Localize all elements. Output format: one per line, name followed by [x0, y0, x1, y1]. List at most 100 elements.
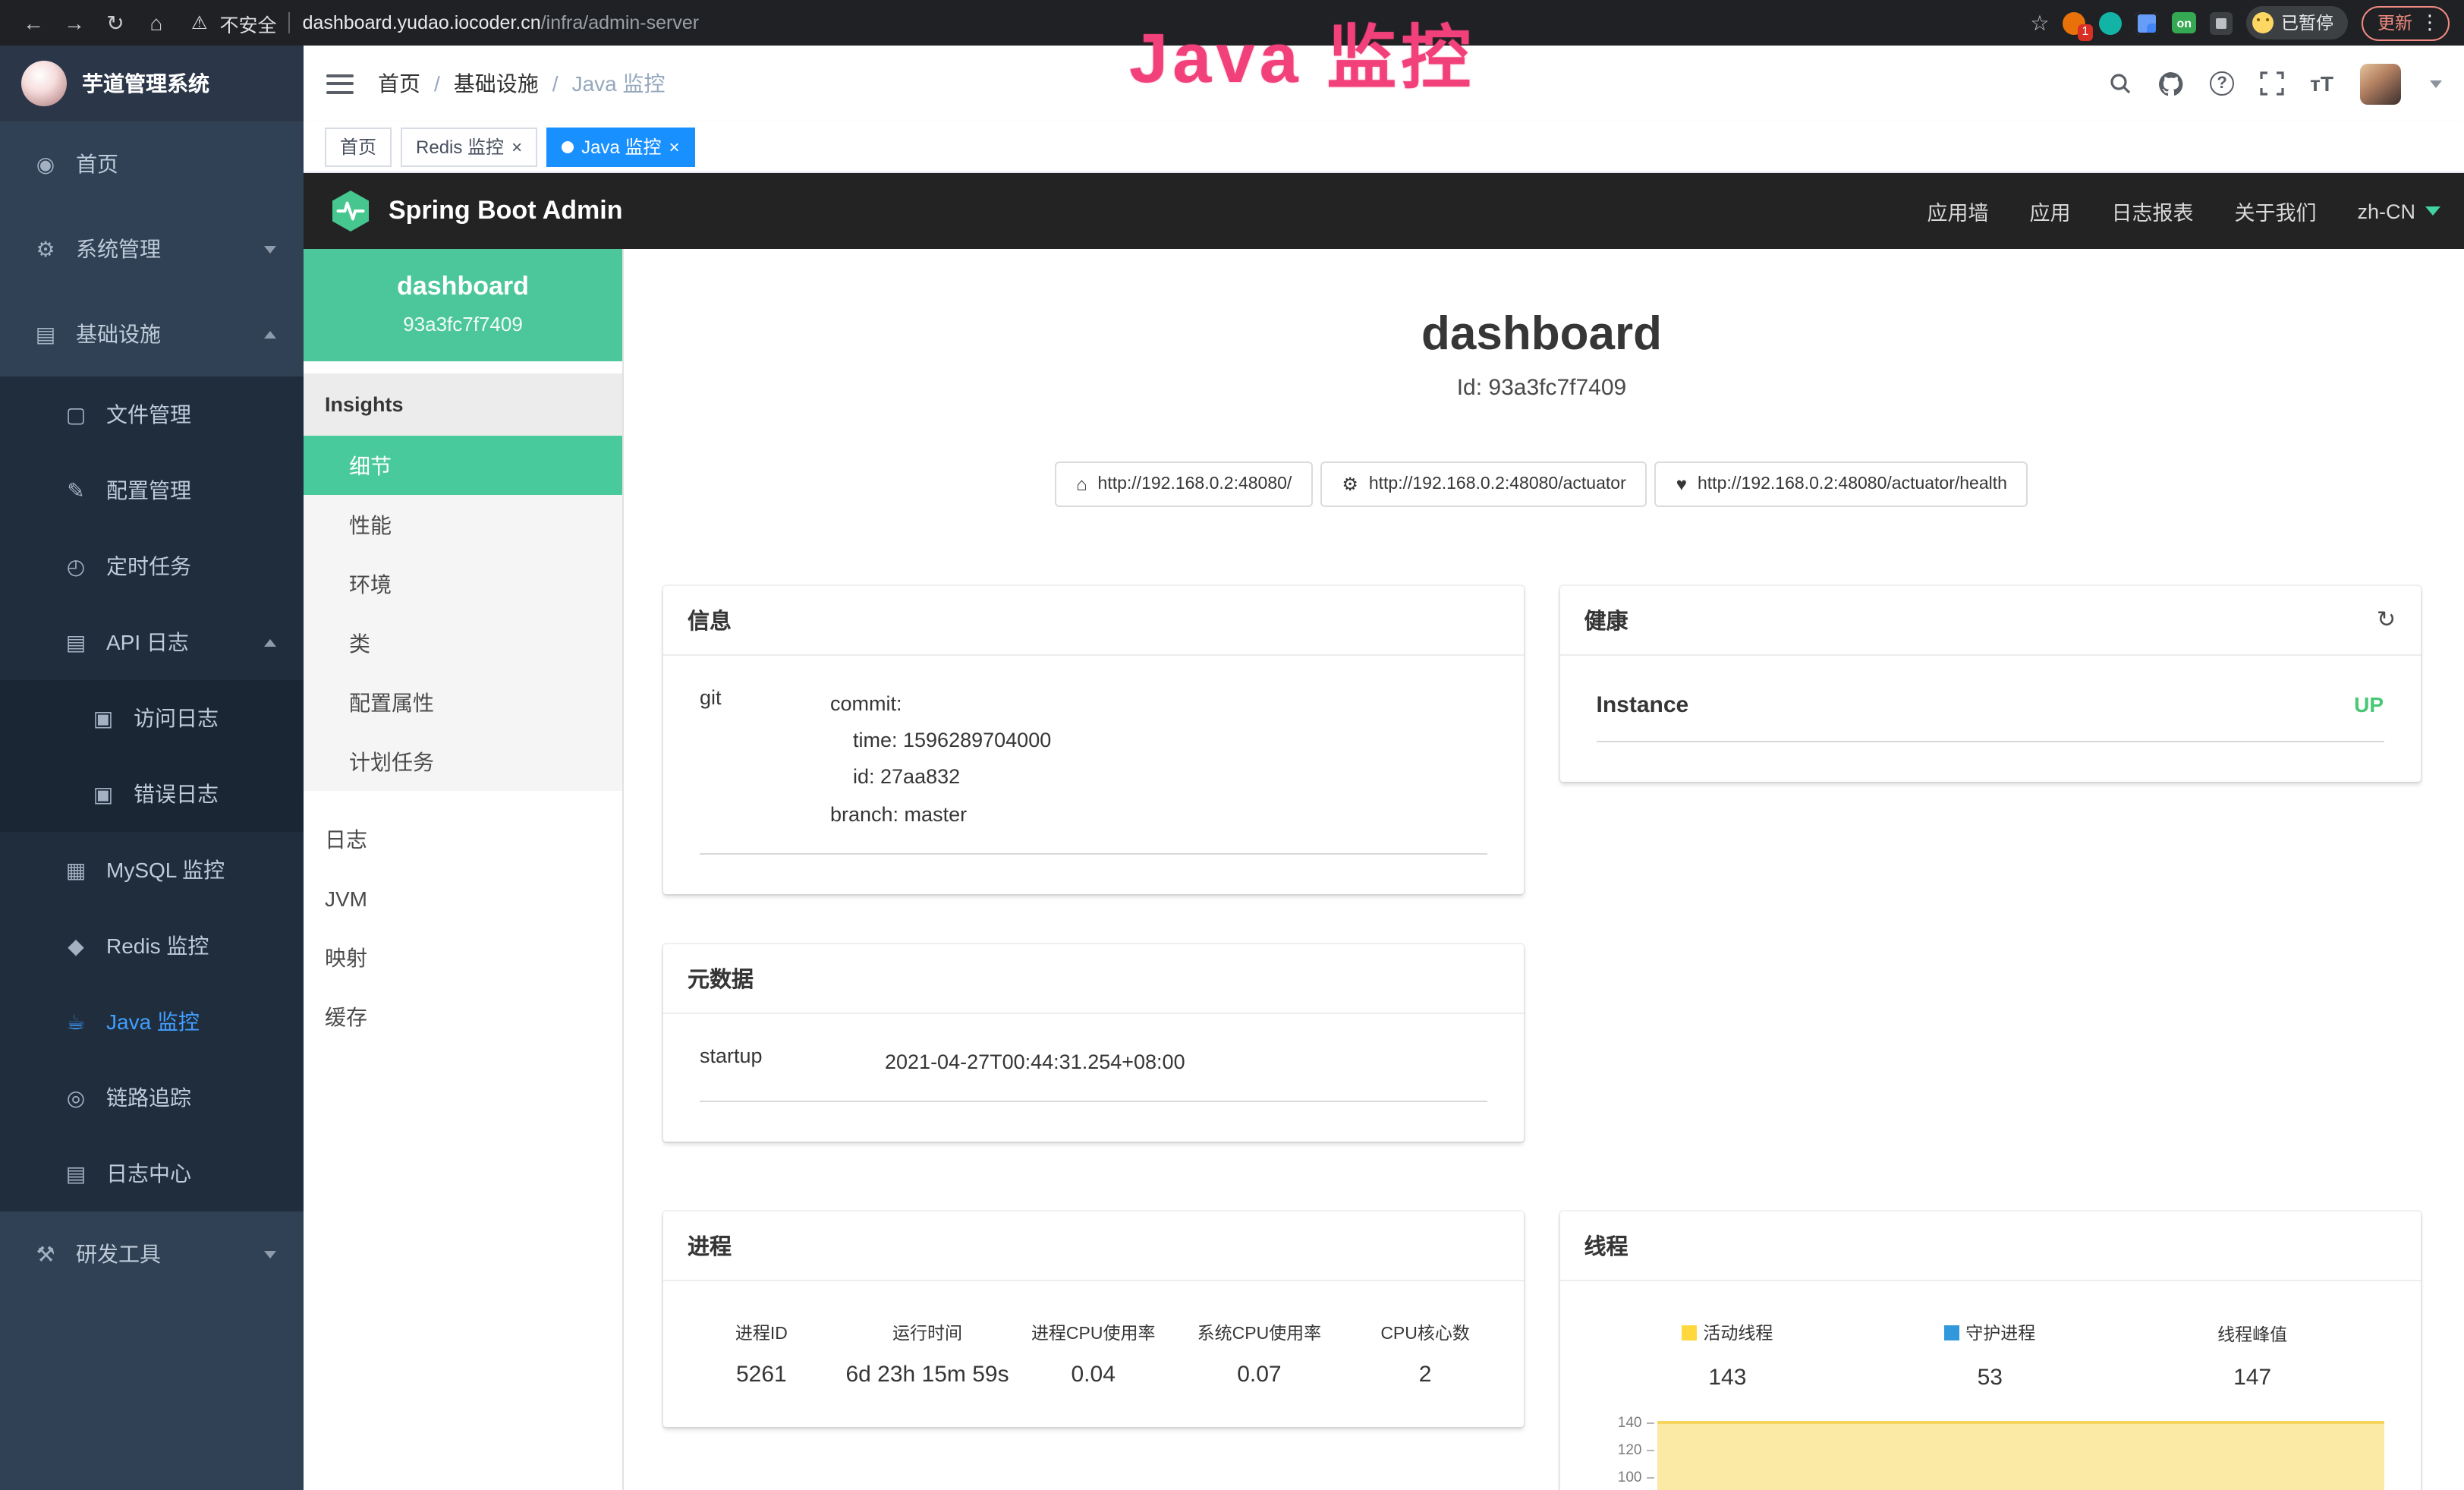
breadcrumb-separator: / — [434, 71, 440, 96]
git-branch-line: branch: master — [830, 796, 1051, 833]
extension-icon-on-toggle[interactable]: on — [2172, 12, 2196, 33]
tab-java-monitor[interactable]: Java 监控 × — [546, 127, 694, 166]
legend-label-text: 守护进程 — [1965, 1321, 2035, 1345]
health-instance-row[interactable]: Instance UP — [1597, 685, 2384, 742]
wrench-icon: ⚙ — [1342, 473, 1358, 494]
extension-icon-orange[interactable]: 1 — [2063, 11, 2085, 34]
metadata-key: startup — [700, 1044, 885, 1082]
health-card-title: 健康 — [1584, 603, 1629, 635]
sidebar-toggle-icon[interactable] — [326, 74, 354, 93]
sidebar-logo[interactable]: 芋道管理系统 — [0, 46, 304, 121]
link-url: http://192.168.0.2:48080/actuator/health — [1698, 474, 2007, 493]
browser-home-icon[interactable]: ⌂ — [138, 5, 175, 41]
sidebar-item-link-tracing[interactable]: ◎ 链路追踪 — [0, 1060, 304, 1136]
fullscreen-icon[interactable] — [2260, 71, 2284, 96]
info-card: 信息 git commit: time: 1596289704000 — [663, 585, 1524, 893]
browser-update-button[interactable]: 更新⋮ — [2361, 5, 2449, 40]
threads-card-title: 线程 — [1584, 1230, 1629, 1262]
sba-item-environment[interactable]: 环境 — [304, 554, 622, 613]
sidebar-item-label: 日志中心 — [106, 1158, 191, 1189]
sba-main: dashboard Id: 93a3fc7f7409 ⌂ http://192.… — [624, 249, 2464, 1490]
sba-nav-applications[interactable]: 应用 — [2029, 196, 2070, 226]
health-url-link[interactable]: ♥ http://192.168.0.2:48080/actuator/heal… — [1655, 461, 2028, 506]
chart-plot-area — [1657, 1410, 2384, 1490]
sba-nav-about[interactable]: 关于我们 — [2234, 196, 2316, 226]
tab-redis-monitor[interactable]: Redis 监控 × — [401, 127, 537, 166]
sba-brand-title[interactable]: Spring Boot Admin — [389, 196, 623, 226]
browser-back-icon[interactable]: ← — [15, 5, 52, 41]
sba-item-classes[interactable]: 类 — [304, 613, 622, 673]
sidebar-item-home[interactable]: ◉ 首页 — [0, 121, 304, 206]
page-url[interactable]: dashboard.yudao.iocoder.cn/infra/admin-s… — [303, 12, 700, 33]
bookmark-star-icon[interactable]: ☆ — [2030, 10, 2049, 36]
sidebar-item-infrastructure[interactable]: ▤ 基础设施 — [0, 291, 304, 376]
history-icon[interactable]: ↺ — [2377, 606, 2396, 633]
sidebar-item-api-logs[interactable]: ▤ API 日志 — [0, 604, 304, 680]
app-frame: 芋道管理系统 ◉ 首页 ⚙ 系统管理 ▤ 基础设施 ▢ — [0, 46, 2464, 1490]
sba-sidebar: dashboard 93a3fc7f7409 Insights 细节 性能 环境… — [304, 249, 624, 1490]
help-icon[interactable]: ? — [2210, 71, 2234, 96]
language-selector[interactable]: zh-CN — [2357, 200, 2440, 222]
security-warning-icon[interactable]: ⚠ — [191, 12, 208, 33]
browser-menu-icon[interactable]: ⋮ — [2420, 11, 2440, 35]
user-avatar[interactable] — [2359, 63, 2400, 104]
extension-icon-teal[interactable] — [2099, 11, 2122, 34]
home-icon: ⌂ — [1076, 473, 1087, 494]
breadcrumb: 首页 / 基础设施 / Java 监控 — [378, 68, 666, 99]
sba-app-id: 93a3fc7f7409 — [316, 313, 610, 335]
security-label[interactable]: 不安全 — [220, 8, 277, 37]
close-icon[interactable]: × — [511, 137, 522, 156]
user-menu-caret-icon[interactable] — [2429, 80, 2441, 87]
sidebar-item-dev-tools[interactable]: ⚒ 研发工具 — [0, 1211, 304, 1296]
profile-paused-badge[interactable]: 已暂停 — [2246, 6, 2347, 39]
extensions-puzzle-icon[interactable] — [2210, 11, 2233, 34]
sidebar-item-scheduled-tasks[interactable]: ◴ 定时任务 — [0, 528, 304, 604]
sba-item-mappings[interactable]: 映射 — [304, 928, 622, 987]
sidebar-item-config-management[interactable]: ✎ 配置管理 — [0, 452, 304, 528]
github-icon[interactable] — [2158, 71, 2184, 96]
info-key: git — [700, 685, 830, 833]
sba-item-caches[interactable]: 缓存 — [304, 987, 622, 1046]
sba-item-details[interactable]: 细节 — [304, 436, 622, 495]
sba-item-jvm[interactable]: JVM — [304, 868, 622, 928]
sba-item-scheduled-tasks[interactable]: 计划任务 — [304, 732, 622, 791]
sidebar-item-system-management[interactable]: ⚙ 系统管理 — [0, 206, 304, 291]
extension-icon-grid[interactable] — [2135, 11, 2158, 34]
sidebar-item-error-logs[interactable]: ▣ 错误日志 — [0, 756, 304, 832]
font-size-icon[interactable]: тT — [2310, 71, 2333, 96]
sidebar-item-log-center[interactable]: ▤ 日志中心 — [0, 1136, 304, 1211]
link-url: http://192.168.0.2:48080/actuator — [1369, 474, 1626, 493]
sidebar-item-mysql-monitor[interactable]: ▦ MySQL 监控 — [0, 832, 304, 908]
close-icon[interactable]: × — [669, 137, 679, 156]
metric-value: 2 — [1342, 1362, 1509, 1388]
sba-nav-journal[interactable]: 日志报表 — [2111, 196, 2193, 226]
service-url-link[interactable]: ⌂ http://192.168.0.2:48080/ — [1055, 461, 1313, 506]
sba-instance-header[interactable]: dashboard 93a3fc7f7409 — [304, 249, 622, 361]
sidebar-item-file-management[interactable]: ▢ 文件管理 — [0, 376, 304, 452]
metric-system-cpu: 系统CPU使用率 0.07 — [1176, 1321, 1342, 1388]
breadcrumb-home[interactable]: 首页 — [378, 68, 420, 99]
git-id-line: id: 27aa832 — [830, 759, 1051, 796]
spring-boot-admin: Spring Boot Admin 应用墙 应用 日志报表 关于我们 zh-CN — [304, 173, 2464, 1490]
sba-root-items: 日志 JVM 映射 缓存 — [304, 809, 622, 1046]
browser-forward-icon[interactable]: → — [56, 5, 93, 41]
search-icon[interactable] — [2108, 71, 2132, 96]
browser-reload-icon[interactable]: ↻ — [97, 5, 134, 41]
sba-insights-panel: Insights 细节 性能 环境 类 配置属性 计划任务 — [304, 373, 622, 791]
chart-y-axis: 140 120 100 — [1597, 1410, 1654, 1490]
actuator-url-link[interactable]: ⚙ http://192.168.0.2:48080/actuator — [1320, 461, 1647, 506]
sidebar-item-java-monitor[interactable]: ☕ Java 监控 — [0, 984, 304, 1060]
sba-nav-wallboard[interactable]: 应用墙 — [1927, 196, 1988, 226]
sba-item-logs[interactable]: 日志 — [304, 809, 622, 868]
tab-label: Java 监控 — [581, 134, 661, 159]
sba-item-performance[interactable]: 性能 — [304, 495, 622, 554]
sidebar-item-access-logs[interactable]: ▣ 访问日志 — [0, 680, 304, 756]
sba-item-config-props[interactable]: 配置属性 — [304, 673, 622, 732]
breadcrumb-infrastructure[interactable]: 基础设施 — [454, 68, 539, 99]
address-bar[interactable]: ⚠ 不安全 dashboard.yudao.iocoder.cn/infra/a… — [191, 8, 2025, 37]
chevron-up-icon — [264, 638, 276, 646]
health-status-badge: UP — [2354, 692, 2384, 717]
tab-home[interactable]: 首页 — [325, 127, 392, 166]
logo-avatar — [21, 61, 67, 106]
sidebar-item-redis-monitor[interactable]: ◆ Redis 监控 — [0, 908, 304, 984]
